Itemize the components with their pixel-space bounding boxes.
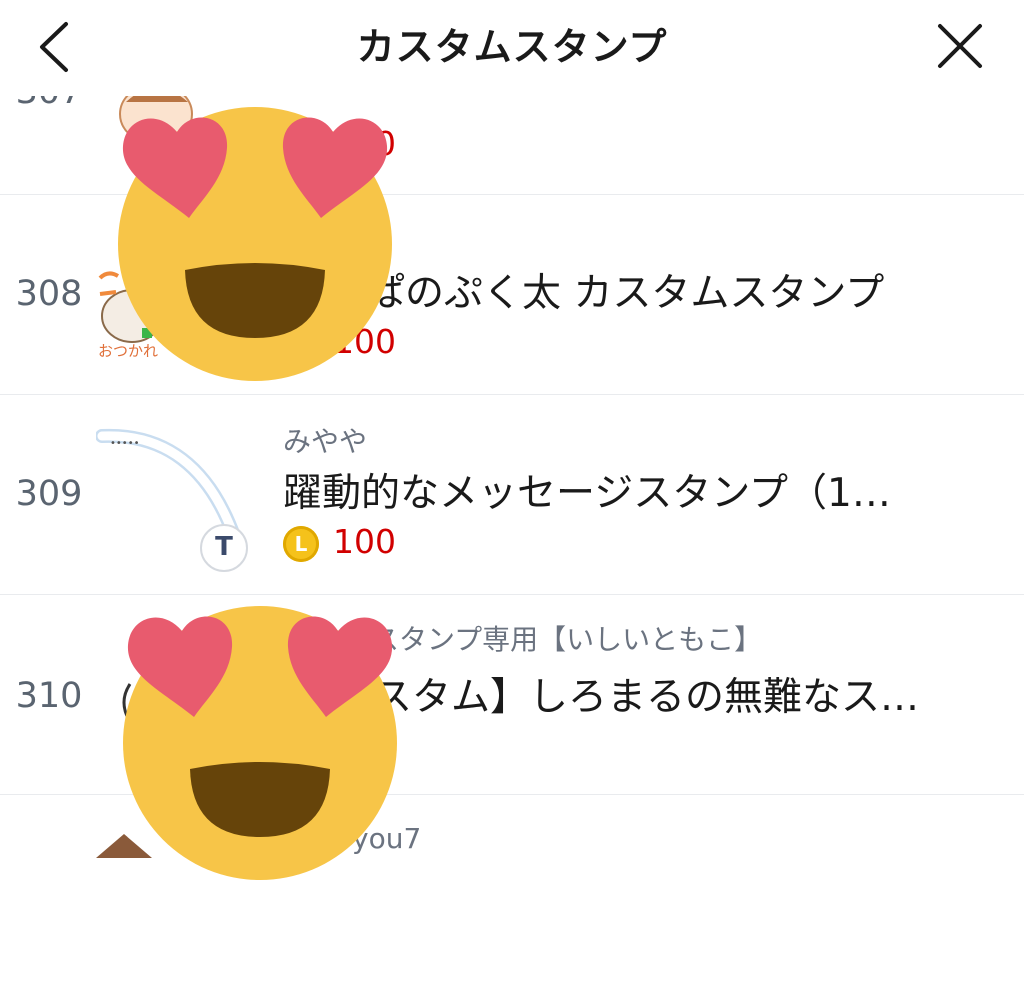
sticker-name: スタム】しろまるの無難なス…: [373, 675, 920, 720]
rank-number: 310: [15, 676, 83, 716]
price-value: 100: [333, 522, 396, 561]
list-item[interactable]: 309 ••••• T みやや 躍動的なメッセージスタンプ（1… L 100: [0, 394, 1024, 595]
line-coin-icon: L: [283, 526, 319, 562]
author-name: 着スタンプ専用【いしいともこ】: [343, 623, 763, 656]
text-badge-icon: T: [200, 524, 248, 572]
rank-number: 308: [15, 274, 83, 314]
heart-eyes-emoji-icon: [123, 606, 397, 880]
svg-text:•••••: •••••: [110, 438, 140, 449]
page-title: カスタムスタンプ: [356, 25, 668, 69]
heart-eyes-emoji-icon: [118, 107, 392, 381]
app-header: カスタムスタンプ: [0, 0, 1024, 96]
author-name: みやや: [283, 425, 368, 458]
close-icon[interactable]: [934, 20, 986, 72]
sticker-name: 躍動的なメッセージスタンプ（1…: [283, 471, 891, 516]
sticker-name: ぱのぷく太 カスタムスタンプ: [366, 271, 885, 316]
rank-number: 309: [15, 474, 83, 514]
